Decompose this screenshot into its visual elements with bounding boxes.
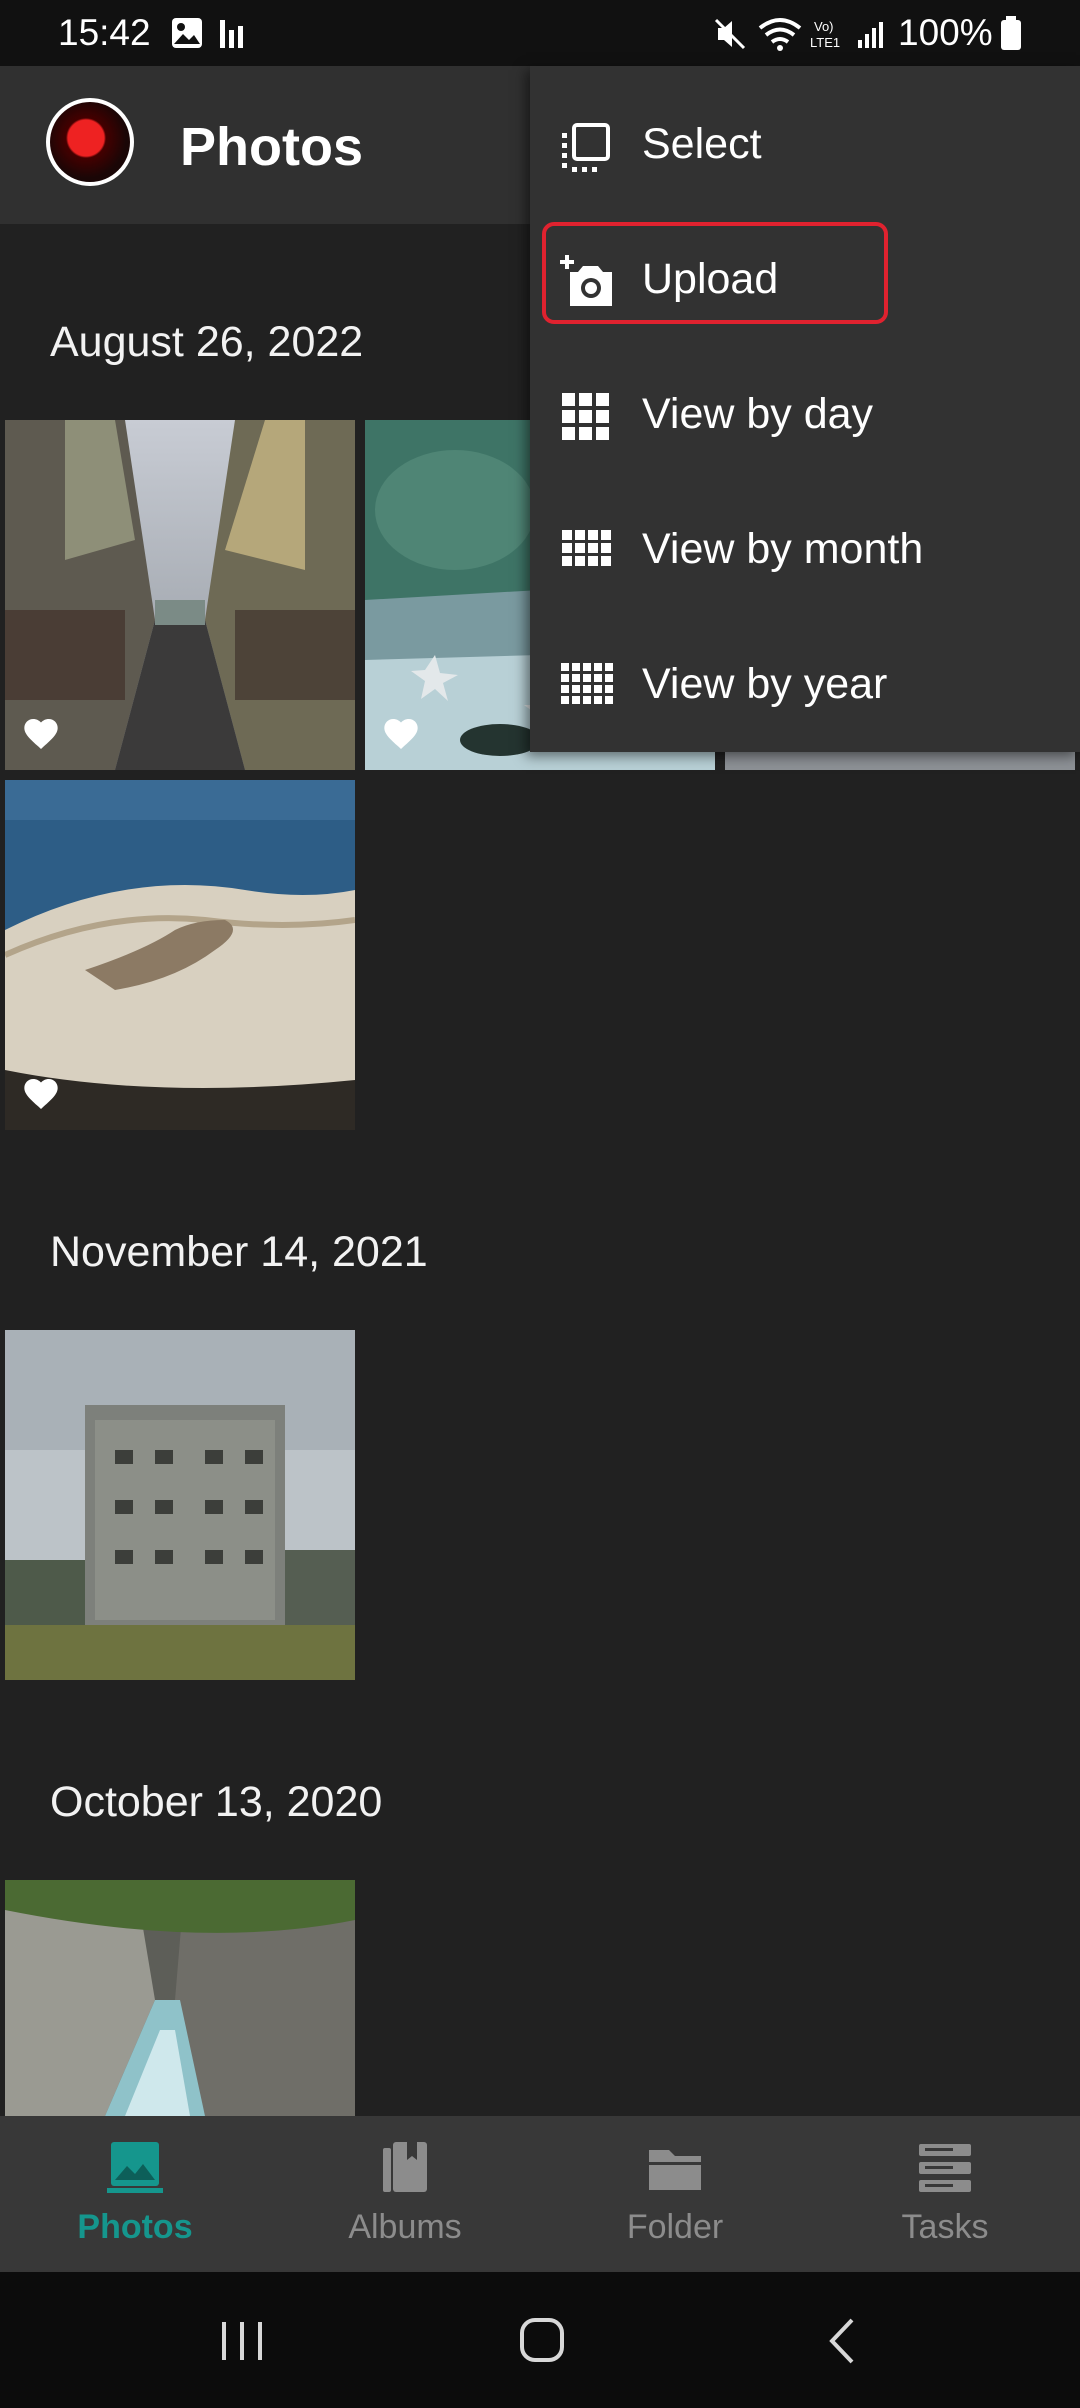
favorite-heart-icon[interactable] (381, 714, 421, 754)
grid-3x3-icon (562, 393, 609, 440)
nav-tab-tasks[interactable]: Tasks (810, 2116, 1080, 2272)
date-header: October 13, 2020 (50, 1778, 383, 1826)
building-image (5, 1330, 355, 1680)
grid-5x5-icon (561, 663, 613, 704)
menu-item-view-by-year[interactable]: View by year (530, 614, 1080, 749)
album-icon (383, 2142, 427, 2192)
overflow-menu: Select Upload View by day View by month … (530, 66, 1080, 752)
status-bar: 15:42 Vo) LTE1 100% (0, 0, 1080, 66)
nav-tab-albums[interactable]: Albums (270, 2116, 540, 2272)
street-market-photo[interactable] (5, 420, 355, 770)
dragon-avatar-icon (50, 102, 130, 182)
bottom-nav: Photos Albums Folder Tasks (0, 2116, 1080, 2272)
back-button[interactable] (816, 2316, 876, 2366)
image-icon (172, 18, 202, 48)
cell-signal-icon (858, 22, 883, 48)
tasks-icon (919, 2144, 971, 2192)
nav-tab-photos[interactable]: Photos (0, 2116, 270, 2272)
menu-item-view-by-month[interactable]: View by month (530, 479, 1080, 614)
wifi-icon (758, 18, 802, 51)
battery-icon (1001, 16, 1021, 50)
volte-icon: Vo) LTE1 (810, 19, 840, 50)
nav-label: Tasks (901, 2208, 989, 2246)
menu-item-label: Select (642, 120, 762, 168)
menu-item-label: View by day (642, 390, 874, 438)
grid-4x4-icon (562, 530, 611, 566)
date-header: August 26, 2022 (50, 318, 364, 366)
favorite-heart-icon[interactable] (21, 1074, 61, 1114)
svg-text:LTE1: LTE1 (810, 35, 840, 50)
avatar[interactable] (46, 98, 134, 186)
nav-label: Folder (626, 2208, 724, 2246)
gorge-image (5, 1880, 355, 2116)
nav-tab-folder[interactable]: Folder (540, 2116, 810, 2272)
photo-icon (107, 2142, 163, 2193)
select-icon (562, 123, 610, 172)
mute-icon (714, 18, 746, 50)
upload-highlight-box (542, 222, 888, 324)
page-title: Photos (180, 117, 363, 177)
date-header: November 14, 2021 (50, 1228, 428, 1276)
signal-bars-icon (220, 20, 243, 48)
home-button[interactable] (512, 2316, 572, 2366)
menu-item-label: View by month (642, 525, 924, 573)
coast-rock-photo[interactable] (5, 780, 355, 1130)
nav-label: Albums (348, 2208, 462, 2246)
menu-item-view-by-day[interactable]: View by day (530, 344, 1080, 479)
gorge-river-photo[interactable] (5, 1880, 355, 2116)
nav-label: Photos (77, 2208, 193, 2246)
recents-button[interactable] (212, 2316, 272, 2366)
svg-text:Vo): Vo) (814, 19, 834, 34)
status-time: 15:42 (58, 12, 151, 53)
system-nav-bar (0, 2272, 1080, 2408)
favorite-heart-icon[interactable] (21, 714, 61, 754)
folder-icon (649, 2150, 701, 2190)
abandoned-building-photo[interactable] (5, 1330, 355, 1680)
menu-item-select[interactable]: Select (530, 74, 1080, 209)
battery-percent: 100% (898, 12, 993, 53)
menu-item-label: View by year (642, 660, 888, 708)
